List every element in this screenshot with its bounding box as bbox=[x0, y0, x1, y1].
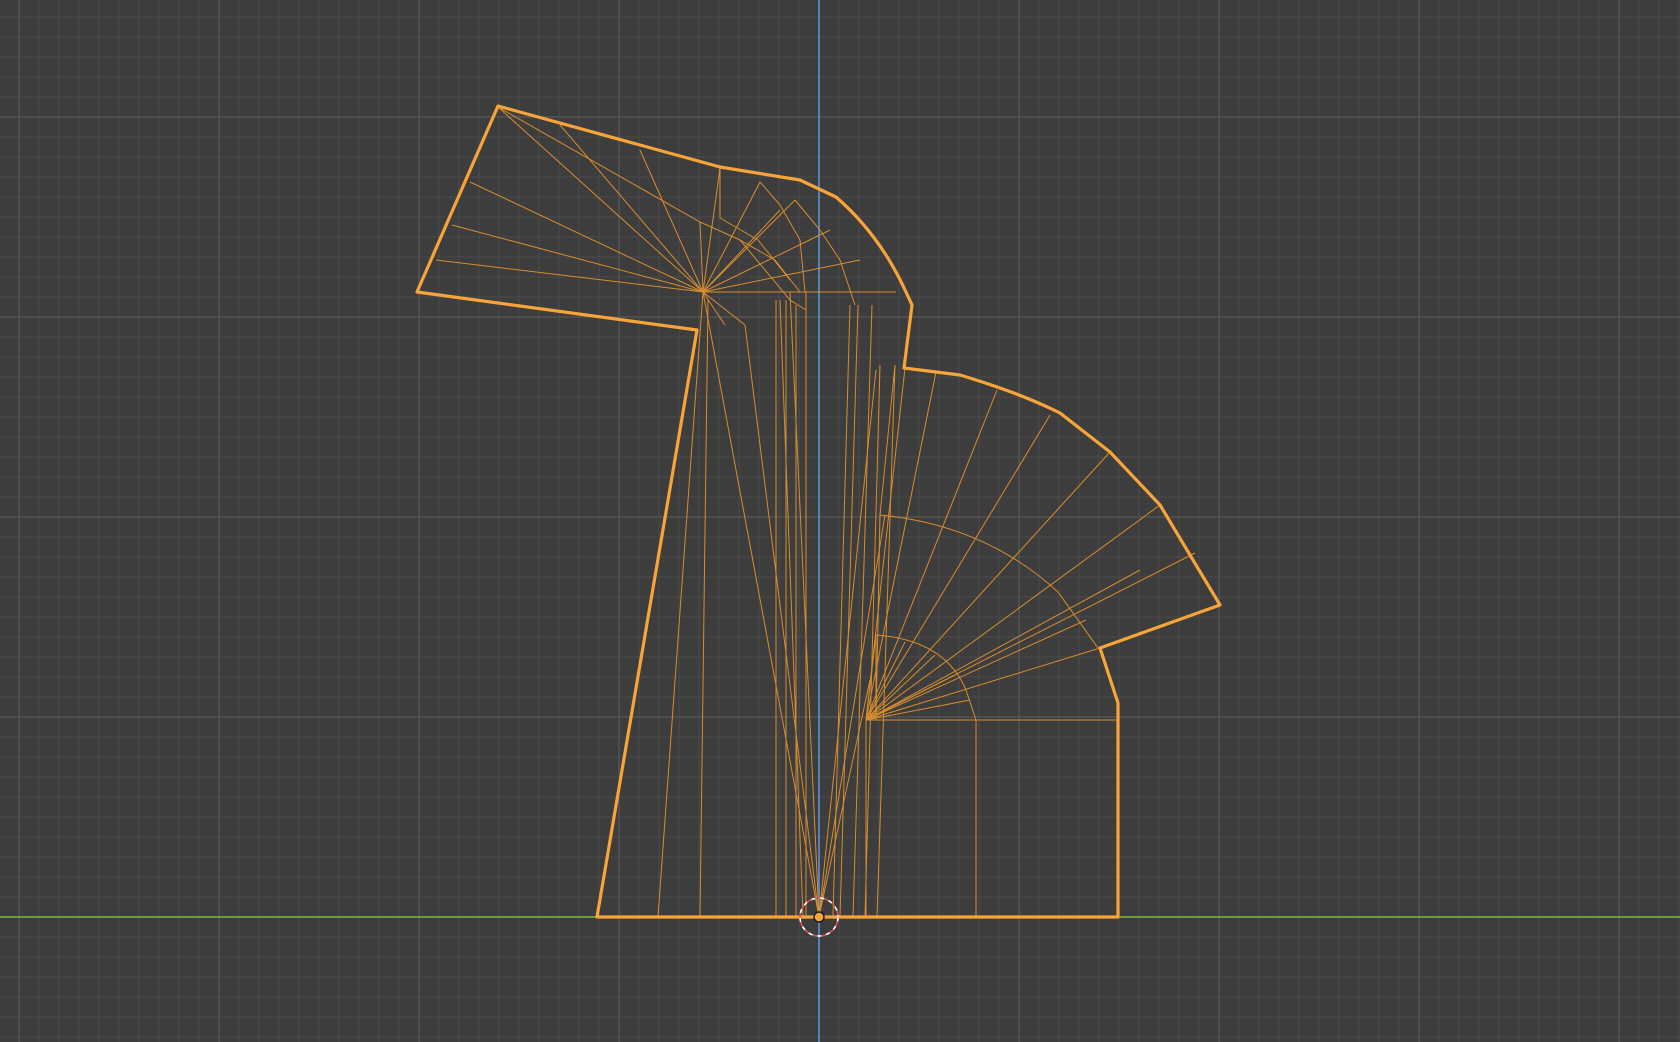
mesh-wireframe bbox=[435, 106, 1196, 918]
3d-viewport[interactable] bbox=[0, 0, 1680, 1042]
grid-major bbox=[0, 0, 1680, 1042]
grid-minor bbox=[0, 0, 1680, 1042]
object-origin-icon bbox=[813, 911, 825, 923]
viewport-canvas[interactable] bbox=[0, 0, 1680, 1042]
